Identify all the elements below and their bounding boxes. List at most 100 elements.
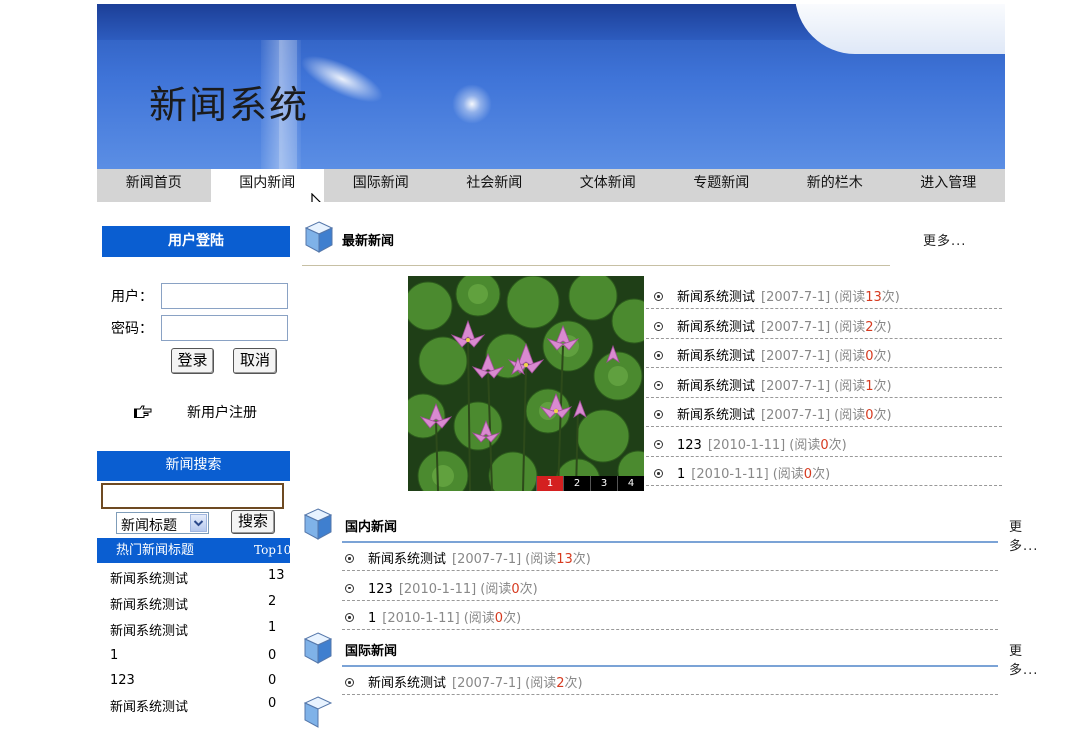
news-item[interactable]: 123 [2010-1-11] (阅读0次) [654,434,847,453]
hot-news-title: 新闻系统测试 [110,624,189,639]
cancel-button[interactable]: 取消 [233,348,277,374]
news-item-title[interactable]: 1 [677,467,685,482]
nav-item-new-column[interactable]: 新的栏木 [778,169,892,202]
bullet-icon [345,678,354,687]
news-item-reads-prefix: (阅读 [525,676,557,691]
cube-icon [303,508,333,540]
news-item[interactable]: 新闻系统测试 [2007-7-1] (阅读0次) [654,345,892,364]
bullet-icon [654,380,663,390]
news-item-reads-suffix: 次) [873,378,892,394]
news-item-reads-prefix: (阅读 [789,437,821,453]
pager-page-1[interactable]: 1 [536,476,563,491]
hot-news-row[interactable]: 新闻系统测试 2 [110,594,290,613]
news-item-reads: (阅读13次) [525,552,591,567]
search-button[interactable]: 搜索 [231,510,275,534]
nav-item-culture-sports[interactable]: 文体新闻 [551,169,665,202]
news-item[interactable]: 123 [2010-1-11] (阅读0次) [345,578,538,597]
hot-news-row[interactable]: 新闻系统测试 0 [110,696,290,715]
site-title: 新闻系统 [149,83,310,127]
news-item-date: [2007-7-1] [761,408,831,423]
news-item-read-count: 0 [865,349,874,364]
nav-item-domestic[interactable]: 国内新闻 [210,169,324,202]
row-divider [646,485,1002,486]
news-item[interactable]: 新闻系统测试 [2007-7-1] (阅读13次) [654,286,900,305]
international-news-more-link[interactable]: 更多... [1009,640,1038,678]
hot-news-count: 13 [268,568,285,583]
news-item-title[interactable]: 123 [677,438,702,453]
news-item-read-count: 2 [865,319,874,335]
news-item-reads-suffix: 次) [519,581,538,597]
news-item[interactable]: 新闻系统测试 [2007-7-1] (阅读13次) [345,548,591,567]
pager-page-3[interactable]: 3 [590,476,617,491]
news-item-title[interactable]: 1 [368,611,376,626]
news-item-read-count: 2 [556,676,565,691]
main-content: 最新新闻 更多... 1 2 3 4 新闻系统测试 [2007-7-1] (阅读… [294,202,1037,728]
news-item-title[interactable]: 新闻系统测试 [368,552,446,567]
pager-page-4[interactable]: 4 [617,476,644,491]
news-item[interactable]: 新闻系统测试 [2007-7-1] (阅读0次) [654,404,892,423]
news-item-reads: (阅读0次) [773,467,830,482]
news-item[interactable]: 新闻系统测试 [2007-7-1] (阅读2次) [345,672,583,691]
row-divider [342,570,998,571]
news-item[interactable]: 新闻系统测试 [2007-7-1] (阅读1次) [654,375,892,394]
news-item-title[interactable]: 新闻系统测试 [368,676,446,691]
hot-news-row[interactable]: 新闻系统测试 1 [110,620,290,639]
domestic-news-title: 国内新闻 [345,520,398,535]
hot-news-row[interactable]: 新闻系统测试 13 [110,568,290,587]
news-item-read-count: 13 [556,552,573,567]
register-link[interactable]: 新用户注册 [187,402,257,422]
hot-news-title: 新闻系统测试 [110,572,189,587]
nav-item-admin[interactable]: 进入管理 [892,169,1006,202]
hot-news-row[interactable]: 10 [110,648,290,663]
news-item-date: [2007-7-1] [761,290,831,305]
news-item[interactable]: 1 [2010-1-11] (阅读0次) [654,463,830,482]
login-header: 用户登陆 [102,226,290,257]
lotus-photo-slideshow[interactable]: 1 2 3 4 [408,276,644,491]
news-item-title[interactable]: 123 [368,582,393,597]
login-button[interactable]: 登录 [171,348,214,374]
news-item-reads-prefix: (阅读 [834,378,866,394]
hot-news-count: 2 [268,594,277,609]
news-item-title[interactable]: 新闻系统测试 [677,379,755,394]
nav-item-international[interactable]: 国际新闻 [324,169,438,202]
latest-news-more-link[interactable]: 更多... [923,230,966,249]
nav-item-home[interactable]: 新闻首页 [97,169,211,202]
news-item[interactable]: 新闻系统测试 [2007-7-1] (阅读2次) [654,316,892,335]
news-item-reads-suffix: 次) [881,290,900,305]
username-input[interactable] [161,283,288,309]
news-item-title[interactable]: 新闻系统测试 [677,320,755,335]
search-field-select[interactable]: 新闻标题 [116,512,209,534]
pager-page-2[interactable]: 2 [563,476,590,491]
hot-news-row[interactable]: 123 0 [110,673,290,688]
news-item-title[interactable]: 新闻系统测试 [677,290,755,305]
slideshow-pager: 1 2 3 4 [536,476,644,491]
news-item-reads-prefix: (阅读 [463,611,495,626]
news-item-date: [2007-7-1] [761,378,831,394]
nav-item-special[interactable]: 专题新闻 [665,169,779,202]
news-item-date: [2007-7-1] [761,319,831,335]
lotus-photo-image [408,276,644,491]
news-item-title[interactable]: 新闻系统测试 [677,349,755,364]
bullet-icon [654,292,663,301]
nav-item-society[interactable]: 社会新闻 [438,169,552,202]
news-item-reads-prefix: (阅读 [834,349,866,364]
hot-news-header-label: 热门新闻标题 [116,543,195,558]
news-item-reads-suffix: 次) [873,349,892,364]
search-input[interactable] [101,483,284,509]
news-item-title[interactable]: 新闻系统测试 [677,408,755,423]
news-item-read-count: 0 [865,408,874,423]
news-item[interactable]: 1 [2010-1-11] (阅读0次) [345,607,521,626]
bullet-icon [654,410,663,419]
news-item-date: [2010-1-11] [707,437,786,453]
search-field-select-value: 新闻标题 [121,518,177,534]
password-input[interactable] [161,315,288,341]
section-divider [342,541,998,543]
hot-news-badge: Top10 [254,543,292,557]
news-item-date: [2007-7-1] [761,349,831,364]
hot-news-header: 热门新闻标题 Top10 [97,538,292,563]
main-nav: 新闻首页 国内新闻 国际新闻 社会新闻 文体新闻 专题新闻 新的栏木 进入管理 [97,169,1005,202]
news-item-reads-prefix: (阅读 [834,290,866,305]
news-item-reads: (阅读0次) [480,582,537,597]
domestic-news-more-link[interactable]: 更多... [1009,516,1038,554]
news-item-read-count: 0 [494,611,504,626]
